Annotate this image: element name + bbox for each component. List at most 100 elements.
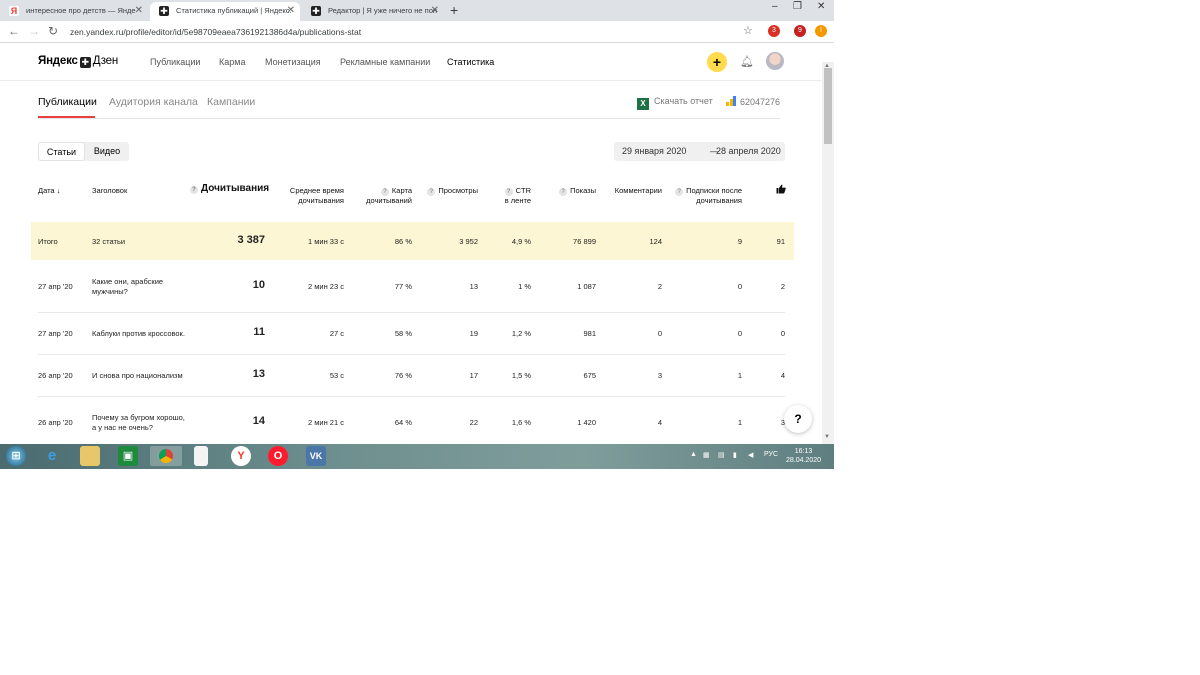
download-report-link[interactable]: X Скачать отчет [637, 96, 713, 110]
chrome-taskbar-button[interactable] [150, 446, 182, 466]
yandex-browser-icon[interactable]: Y [231, 446, 251, 466]
scrollbar-thumb[interactable] [824, 68, 832, 144]
videos-toggle[interactable]: Видео [85, 142, 129, 161]
tab-publications[interactable]: Публикации [38, 96, 97, 108]
vk-icon[interactable]: VK [306, 446, 326, 466]
maximize-button[interactable]: ❐ [793, 0, 802, 14]
row-avg-time: 27 с [329, 329, 344, 338]
nav-statistics[interactable]: Статистика [447, 57, 494, 67]
header-views[interactable]: ? Просмотры [415, 186, 478, 196]
header-impressions[interactable]: ? Показы [540, 186, 596, 196]
date-range-picker[interactable]: 29 января 2020 — 28 апреля 2020 [614, 142, 785, 161]
tray-app-icon[interactable]: ▤ [718, 451, 725, 459]
nav-publications[interactable]: Публикации [150, 57, 200, 67]
store-icon[interactable]: ▣ [118, 446, 138, 466]
channel-id-value: 62047276 [740, 97, 781, 107]
dzen-logo-icon: ✚ [79, 57, 91, 68]
minimize-button[interactable]: – [772, 0, 778, 14]
browser-tab-2[interactable]: ✚ Статистика публикаций | Яндекс. ✕ [150, 2, 300, 21]
row-avg-time: 53 с [329, 371, 344, 380]
articles-toggle[interactable]: Статьи [38, 142, 85, 161]
input-language[interactable]: РУС [764, 451, 778, 458]
update-alert-icon[interactable]: ! [815, 25, 827, 37]
tab-campaigns[interactable]: Кампании [207, 96, 255, 108]
row-subscriptions: 0 [737, 282, 742, 291]
header-avg-time-line1: Среднее время [289, 186, 344, 195]
header-card[interactable]: ? Карта дочитываний [345, 186, 412, 206]
row-title-line1[interactable]: Почему за бугром хорошо, [92, 413, 185, 423]
clock[interactable]: 16:13 28.04.2020 [786, 447, 821, 465]
row-subscriptions: 1 [737, 418, 742, 427]
back-icon[interactable]: ← [8, 24, 20, 38]
help-icon[interactable]: ? [559, 188, 568, 196]
header-comments[interactable]: Комментарии [600, 186, 662, 196]
browser-tab-3[interactable]: ✚ Редактор | Я уже ничего не пон ✕ [302, 2, 444, 21]
total-comments: 124 [649, 237, 662, 246]
row-subscriptions: 1 [737, 371, 742, 380]
help-button[interactable]: ? [784, 405, 812, 433]
header-reads[interactable]: ? Дочитывания [190, 184, 269, 194]
opera-icon[interactable]: O [268, 446, 288, 466]
tray-overflow-icon[interactable]: ▲ [690, 451, 697, 458]
row-views: 22 [469, 418, 478, 427]
logo-product: Дзен [92, 55, 118, 67]
forward-icon[interactable]: → [28, 24, 40, 38]
help-icon[interactable]: ? [380, 188, 389, 196]
row-title-line1[interactable]: И снова про национализм [92, 371, 183, 381]
create-button[interactable]: + [707, 52, 727, 72]
row-divider [38, 354, 785, 355]
header-avg-time-line2: дочитывания [298, 195, 344, 205]
avatar[interactable] [766, 52, 784, 70]
header-avg-time[interactable]: Среднее время дочитывания [270, 186, 344, 205]
date-to: 28 апреля 2020 [716, 146, 781, 156]
logo[interactable]: Яндекс ✚ Дзен [38, 55, 118, 68]
row-title-line1[interactable]: Каблуки против кроссовок. [92, 329, 185, 339]
row-divider [38, 396, 785, 397]
scroll-down-icon[interactable]: ▼ [824, 434, 830, 440]
channel-id: 62047276 [726, 96, 780, 107]
browser-tab-1[interactable]: Я интересное про детств — Янде ✕ [0, 2, 148, 21]
address-bar[interactable]: zen.yandex.ru/profile/editor/id/5e98709e… [70, 24, 760, 40]
header-likes[interactable] [776, 184, 786, 197]
reload-icon[interactable]: ↻ [48, 24, 58, 38]
row-ctr: 1,6 % [511, 418, 531, 427]
help-icon[interactable]: ? [504, 188, 513, 196]
bookmark-star-icon[interactable]: ☆ [743, 24, 753, 38]
nav-ad-campaigns[interactable]: Рекламные кампании [340, 57, 430, 67]
tab-strip: Я интересное про детств — Янде ✕ ✚ Стати… [0, 0, 834, 21]
row-title-line2[interactable]: мужчины? [92, 287, 128, 297]
notifications-bell-icon[interactable]: 🔔︎ [740, 55, 754, 68]
header-ctr[interactable]: ? CTR в ленте [480, 186, 531, 206]
row-title-line2[interactable]: а у нас не очень? [92, 423, 153, 433]
total-subscriptions: 9 [737, 237, 742, 246]
internet-explorer-icon[interactable]: e [42, 446, 62, 466]
start-button-icon[interactable]: ⊞ [6, 446, 26, 466]
help-icon[interactable]: ? [190, 186, 198, 194]
row-reads: 10 [252, 279, 265, 291]
notepad-icon[interactable] [194, 446, 208, 466]
header-subscriptions[interactable]: ? Подписки после дочитывания [668, 186, 742, 206]
page-scrollbar[interactable]: ▲ ▼ [822, 62, 834, 444]
nav-monetization[interactable]: Монетизация [265, 57, 321, 67]
divider [38, 118, 780, 119]
file-explorer-icon[interactable] [80, 446, 100, 466]
help-icon[interactable]: ? [427, 188, 436, 196]
help-icon[interactable]: ? [675, 188, 684, 196]
close-window-button[interactable]: ✕ [817, 0, 825, 14]
row-subscriptions: 0 [737, 329, 742, 338]
close-tab-icon[interactable]: ✕ [135, 2, 143, 19]
close-tab-icon[interactable]: ✕ [431, 2, 439, 19]
row-comments: 2 [657, 282, 662, 291]
tray-app-icon[interactable]: ▦ [703, 451, 710, 459]
close-tab-icon[interactable]: ✕ [287, 2, 295, 19]
header-date[interactable]: Дата ↓ [38, 186, 60, 196]
profile-badge-icon[interactable]: 9 [794, 25, 806, 37]
network-icon[interactable]: ▮ [733, 451, 737, 459]
volume-icon[interactable]: ◀ [748, 451, 753, 459]
nav-karma[interactable]: Карма [219, 57, 245, 67]
tab-channel-audience[interactable]: Аудитория канала [109, 96, 198, 108]
row-title-line1[interactable]: Какие они, арабские [92, 277, 163, 287]
extension-badge-icon[interactable]: 3 [768, 25, 780, 37]
new-tab-button[interactable]: + [450, 1, 458, 20]
total-date: Итого [38, 237, 58, 246]
